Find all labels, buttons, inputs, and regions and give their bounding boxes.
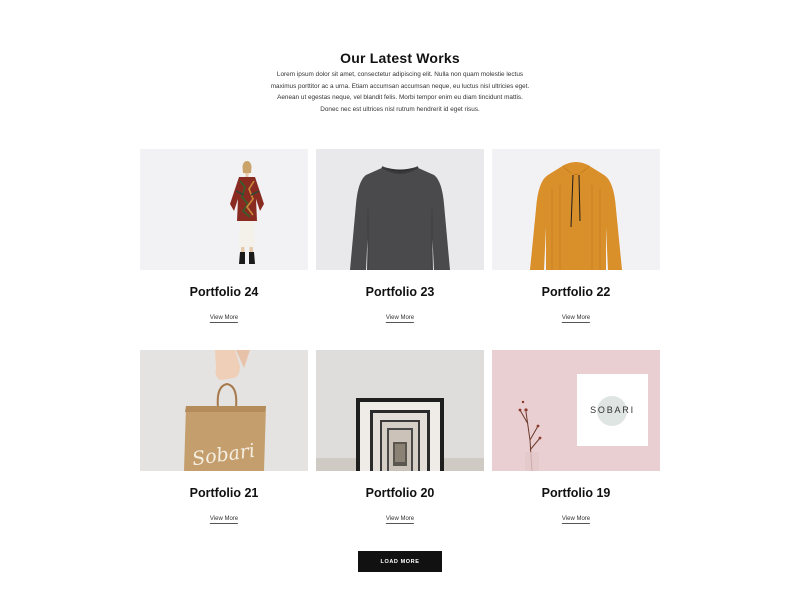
- view-more-link[interactable]: View More: [561, 315, 591, 323]
- portfolio-title[interactable]: Portfolio 21: [140, 486, 308, 500]
- view-more-link[interactable]: View More: [385, 315, 415, 323]
- portfolio-image-cardigan-model[interactable]: [140, 149, 308, 270]
- view-more-link[interactable]: View More: [209, 516, 239, 524]
- portfolio-image-nested-frames[interactable]: [316, 350, 484, 471]
- portfolio-image-grey-sweater[interactable]: [316, 149, 484, 270]
- portfolio-title[interactable]: Portfolio 24: [140, 285, 308, 299]
- view-more-link[interactable]: View More: [209, 315, 239, 323]
- portfolio-image-sobari-card[interactable]: SOBARI: [492, 350, 660, 471]
- view-more-link[interactable]: View More: [385, 516, 415, 524]
- portfolio-image-paper-bag[interactable]: Sobari: [140, 350, 308, 471]
- sobari-logo-text: SOBARI: [590, 405, 635, 415]
- intro-line: maximus porttitor ac a urna. Etiam accum…: [270, 82, 530, 90]
- intro-line: Lorem ipsum dolor sit amet, consectetur …: [276, 71, 524, 78]
- section-title: Our Latest Works: [340, 49, 460, 66]
- intro-line: Donec nec est ultrices nisl rutrum hendr…: [320, 105, 480, 113]
- load-more-button[interactable]: LOAD MORE: [358, 551, 442, 572]
- view-more-link[interactable]: View More: [561, 516, 591, 524]
- section-intro: Lorem ipsum dolor sit amet, consectetur …: [250, 69, 550, 115]
- portfolio-image-mustard-hoodie[interactable]: [492, 149, 660, 270]
- portfolio-title[interactable]: Portfolio 22: [492, 285, 660, 299]
- portfolio-title[interactable]: Portfolio 23: [316, 285, 484, 299]
- intro-line: Aenean ut egestas neque, vel blandit fel…: [277, 94, 523, 102]
- portfolio-title[interactable]: Portfolio 19: [492, 486, 660, 500]
- portfolio-title[interactable]: Portfolio 20: [316, 486, 484, 500]
